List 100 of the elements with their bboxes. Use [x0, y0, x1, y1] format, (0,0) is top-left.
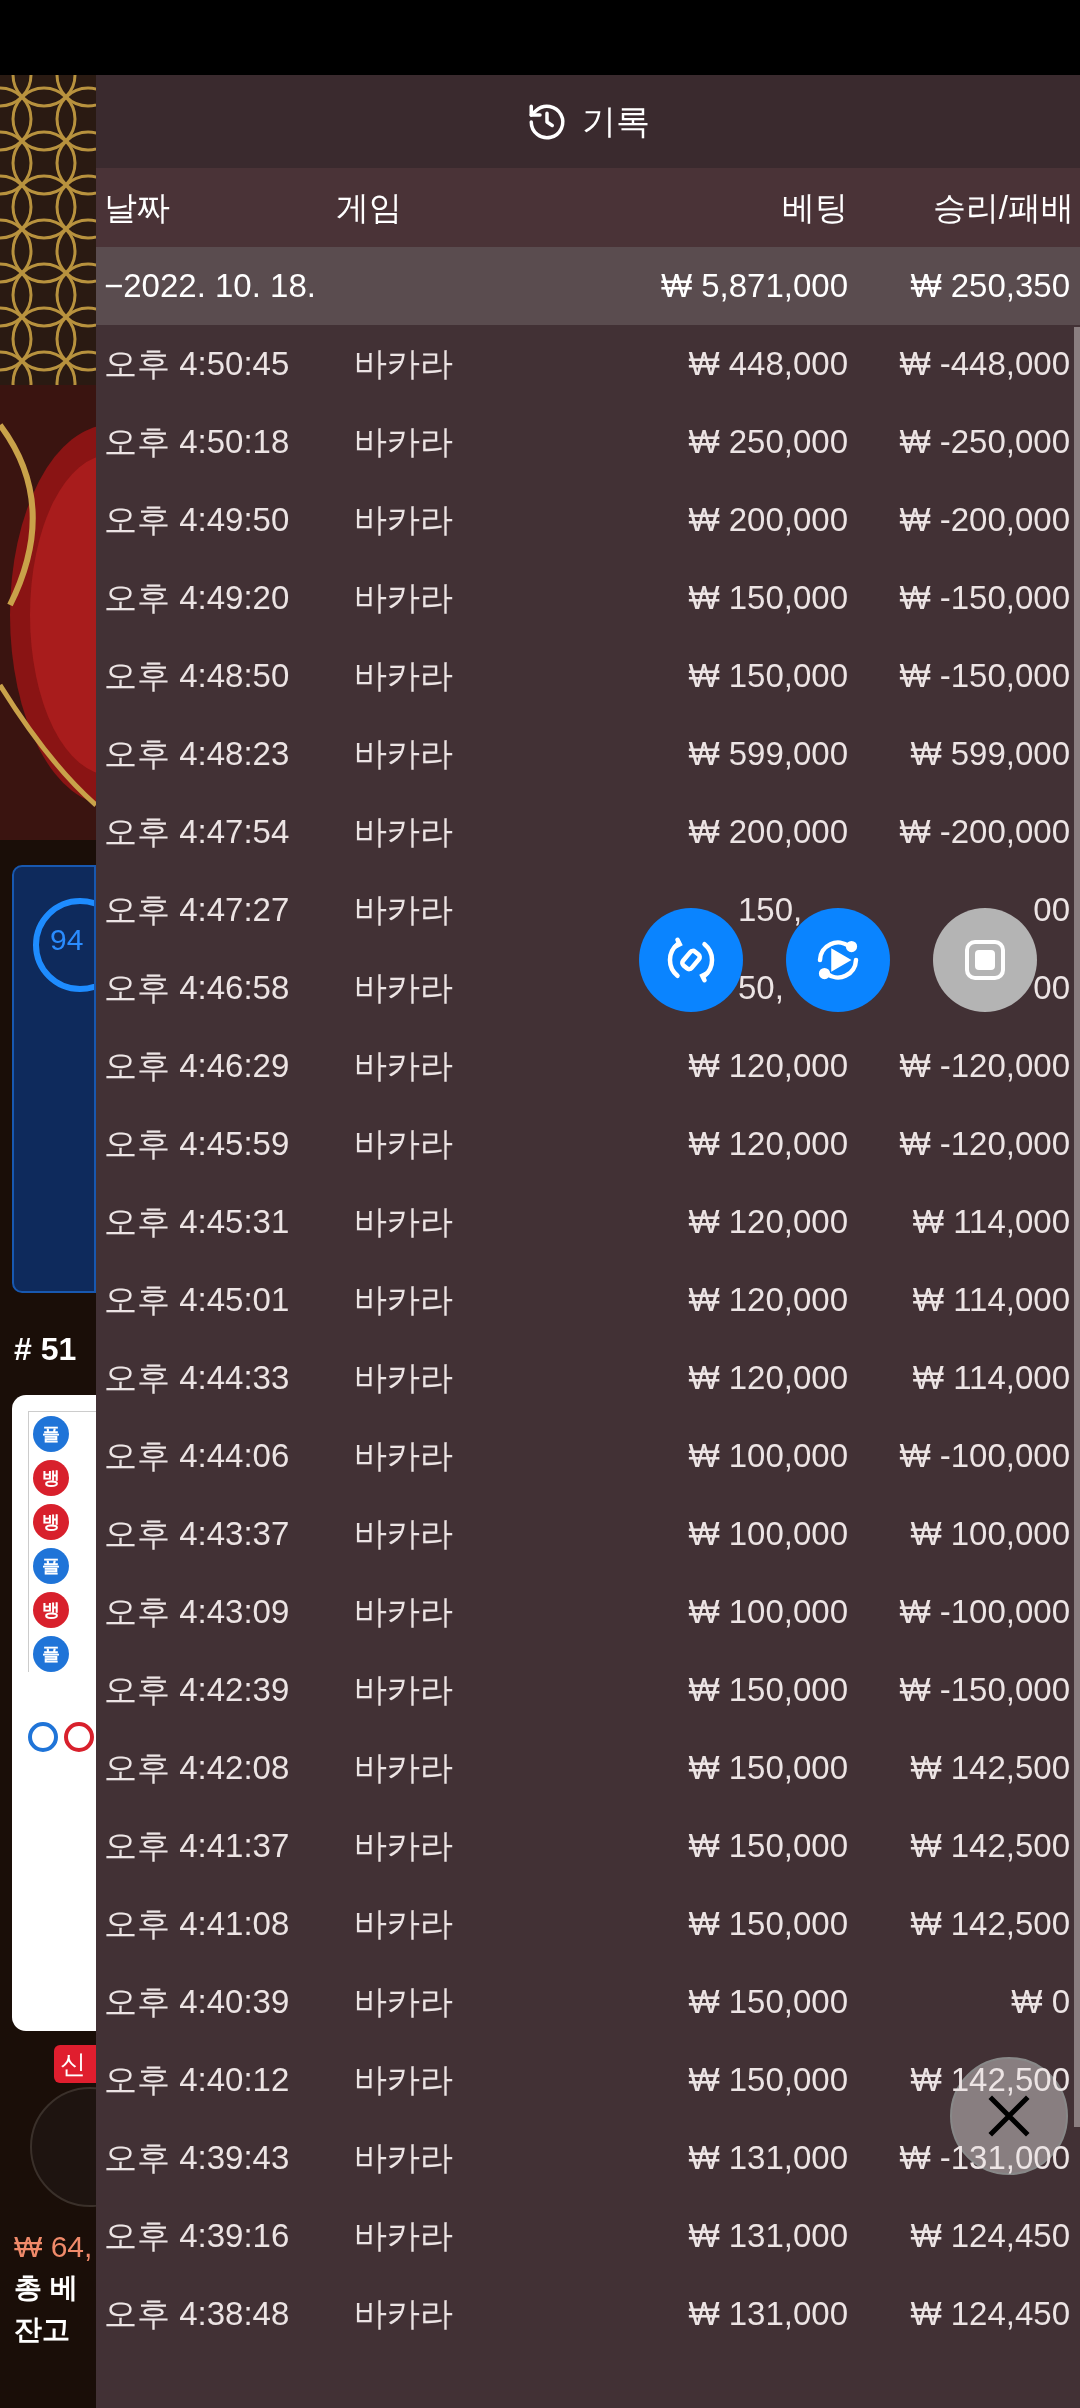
- balance-label: 잔고: [13, 2313, 71, 2347]
- result-cell-text: ₩ 100,000: [909, 1514, 1071, 1555]
- time-cell-text: 오후 4:42:39: [103, 1670, 291, 1711]
- time-cell-text: 오후 4:44:33: [103, 1358, 291, 1399]
- result-total-cell-text: ₩ 250,350: [909, 266, 1071, 307]
- progress-ring-icon: [30, 895, 94, 995]
- bet-cell-text: ₩ 150,000: [687, 1904, 848, 1945]
- game-cell-text: 바카라: [354, 1982, 454, 2023]
- result-cell-text: ₩ 114,000: [911, 1280, 1071, 1321]
- bet-cell-text: ₩ 100,000: [687, 1436, 848, 1477]
- game-cell-text: 바카라: [354, 344, 454, 385]
- game-cell-text: 바카라: [354, 1826, 454, 1867]
- result-cell-text: 00: [1032, 968, 1071, 1009]
- bet-cell-text: ₩ 200,000: [687, 500, 848, 541]
- result-cell-text: ₩ -120,000: [898, 1046, 1071, 1087]
- game-cell-text: 바카라: [354, 500, 454, 541]
- bet-cell-text: ₩ 120,000: [687, 1280, 848, 1321]
- result-cell-text: ₩ -448,000: [898, 344, 1071, 385]
- bet-total-cell-text: ₩ 5,871,000: [659, 266, 848, 307]
- time-cell-text: 오후 4:45:01: [103, 1280, 291, 1321]
- game-cell-text: 바카라: [354, 1748, 454, 1789]
- total-bet-label: 총 베: [13, 2271, 79, 2305]
- date-group-row[interactable]: −2022. 10. 18. ₩ 5,871,000 ₩ 250,350: [96, 247, 1080, 325]
- new-badge: 신: [54, 2045, 96, 2083]
- result-cell-text: ₩ 142,500: [909, 1826, 1071, 1867]
- bet-cell-text: ₩ 150,000: [687, 1982, 848, 2023]
- result-cell-text: ₩ 114,000: [911, 1358, 1071, 1399]
- column-header: 게임: [336, 187, 403, 228]
- column-header: 날짜: [103, 187, 171, 228]
- bet-cell-text: ₩ 120,000: [687, 1046, 848, 1087]
- bet-cell-text: ₩ 100,000: [687, 1592, 848, 1633]
- game-cell-text: 바카라: [354, 1124, 454, 1165]
- time-cell-text: 오후 4:40:12: [103, 2060, 291, 2101]
- game-cell-text: 바카라: [354, 656, 454, 697]
- result-cell-text: ₩ -150,000: [898, 578, 1071, 619]
- bet-cell-text: ₩ 150,000: [687, 2060, 848, 2101]
- win-amount: ₩ 64,: [13, 2229, 94, 2265]
- bet-cell-text: ₩ 131,000: [687, 2216, 848, 2257]
- bet-cell-text: ₩ 150,000: [687, 1748, 848, 1789]
- game-cell-text: 바카라: [354, 890, 454, 931]
- column-header: 베팅: [781, 187, 848, 228]
- time-cell-text: 오후 4:47:27: [103, 890, 291, 931]
- time-cell-text: 오후 4:49:50: [103, 500, 291, 541]
- bead-marker: 뱅: [33, 1460, 69, 1496]
- bet-cell: 150,: [738, 891, 803, 929]
- result-cell-text: ₩ -100,000: [898, 1436, 1071, 1477]
- game-cell-text: 바카라: [354, 1514, 454, 1555]
- time-cell-text: 오후 4:41:08: [103, 1904, 291, 1945]
- result-cell-text: ₩ 142,500: [909, 1904, 1071, 1945]
- bet-cell-text: ₩ 131,000: [687, 2294, 848, 2335]
- result-cell-text: ₩ 599,000: [909, 734, 1071, 775]
- time-cell-text: 오후 4:40:39: [103, 1982, 291, 2023]
- ring-marker-icon: [28, 1722, 58, 1752]
- game-cell-text: 바카라: [354, 812, 454, 853]
- time-cell-text: 오후 4:47:54: [103, 812, 291, 853]
- result-cell-text: ₩ -120,000: [898, 1124, 1071, 1165]
- bet-cell-text: ₩ 448,000: [687, 344, 848, 385]
- game-cell-text: 바카라: [354, 2294, 454, 2335]
- time-cell-text: 오후 4:39:43: [103, 2138, 291, 2179]
- game-cell-text: 바카라: [354, 2060, 454, 2101]
- time-cell-text: 오후 4:45:31: [103, 1202, 291, 1243]
- game-cell-text: 바카라: [354, 1436, 454, 1477]
- game-cell-text: 바카라: [354, 1280, 454, 1321]
- result-cell-text: ₩ -200,000: [898, 812, 1071, 853]
- bet-cell-text: ₩ 150,000: [687, 578, 848, 619]
- game-cell-text: 바카라: [354, 2138, 454, 2179]
- scrollbar-icon: [1074, 327, 1080, 2127]
- time-cell-text: 오후 4:48:23: [103, 734, 291, 775]
- bead-marker: 뱅: [33, 1504, 69, 1540]
- result-cell-text: 00: [1032, 890, 1071, 931]
- time-cell-text: 오후 4:49:20: [103, 578, 291, 619]
- time-cell-text: 오후 4:43:37: [103, 1514, 291, 1555]
- game-cell-text: 바카라: [354, 1904, 454, 1945]
- time-cell-text: 오후 4:45:59: [103, 1124, 291, 1165]
- bet-cell-text: ₩ 599,000: [687, 734, 848, 775]
- result-cell-text: ₩ 0: [1010, 1982, 1071, 2023]
- bet-cell-text: ₩ 120,000: [687, 1124, 848, 1165]
- round-number: # 51: [13, 1333, 78, 1365]
- result-cell-text: ₩ 142,500: [909, 1748, 1071, 1789]
- time-cell-text: 오후 4:50:45: [103, 344, 291, 385]
- game-cell-text: 바카라: [354, 734, 454, 775]
- result-cell-text: ₩ -150,000: [898, 656, 1071, 697]
- date-cell-text: −2022. 10. 18.: [103, 266, 317, 307]
- game-cell-text: 바카라: [354, 422, 454, 463]
- panel-title: 기록: [582, 101, 650, 142]
- column-header: 승리/패배: [931, 187, 1075, 228]
- time-cell-text: 오후 4:41:37: [103, 1826, 291, 1867]
- game-cell-text: 바카라: [354, 1592, 454, 1633]
- bet-cell: 50,: [738, 969, 784, 1007]
- game-cell-text: 바카라: [354, 578, 454, 619]
- bet-cell-text: ₩ 200,000: [687, 812, 848, 853]
- game-cell-text: 바카라: [354, 1670, 454, 1711]
- time-cell-text: 오후 4:44:06: [103, 1436, 291, 1477]
- time-cell-text: 오후 4:46:29: [103, 1046, 291, 1087]
- bet-cell-text: ₩ 120,000: [687, 1202, 848, 1243]
- game-cell-text: 바카라: [354, 1046, 454, 1087]
- time-cell-text: 오후 4:39:16: [103, 2216, 291, 2257]
- bet-cell-text: ₩ 100,000: [687, 1514, 848, 1555]
- bead-marker: 뱅: [33, 1592, 69, 1628]
- bet-cell-text: ₩ 131,000: [687, 2138, 848, 2179]
